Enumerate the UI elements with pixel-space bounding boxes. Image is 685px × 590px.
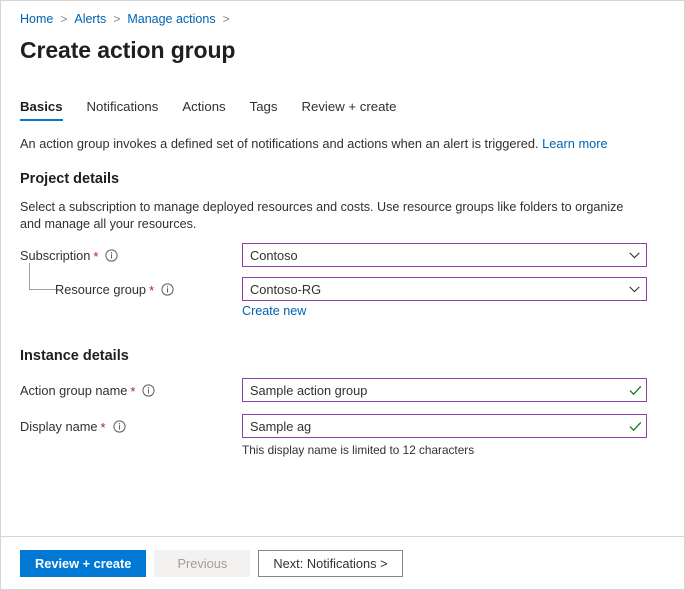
instance-details-heading: Instance details xyxy=(1,320,684,366)
info-icon[interactable] xyxy=(113,420,126,433)
tab-tags[interactable]: Tags xyxy=(250,99,278,121)
page-content: Home > Alerts > Manage actions > Create … xyxy=(1,1,684,536)
subscription-required-marker: * xyxy=(93,250,98,263)
info-icon[interactable] xyxy=(142,384,155,397)
previous-button: Previous xyxy=(154,550,250,577)
footer-action-bar: Review + create Previous Next: Notificat… xyxy=(1,536,684,589)
breadcrumb-item-manage-actions[interactable]: Manage actions xyxy=(127,11,215,27)
tab-review-create[interactable]: Review + create xyxy=(301,99,396,121)
instance-details-form: Action group name * Sample action group xyxy=(1,378,684,458)
breadcrumb-item-home[interactable]: Home xyxy=(20,11,53,27)
subscription-label: Subscription xyxy=(20,248,90,263)
project-details-form: Subscription * Contoso xyxy=(1,243,684,320)
resource-group-label: Resource group xyxy=(55,282,146,297)
info-icon[interactable] xyxy=(105,249,118,262)
resource-group-row: Resource group * Contoso-RG xyxy=(20,277,665,320)
display-name-required-marker: * xyxy=(101,421,106,434)
tab-basics[interactable]: Basics xyxy=(20,99,63,121)
subscription-value: Contoso xyxy=(243,248,622,263)
next-notifications-button[interactable]: Next: Notifications > xyxy=(258,550,402,577)
tab-actions[interactable]: Actions xyxy=(182,99,225,121)
subscription-label-group: Subscription * xyxy=(20,243,242,267)
action-group-name-input[interactable]: Sample action group xyxy=(242,378,647,402)
breadcrumb-item-alerts[interactable]: Alerts xyxy=(74,11,106,27)
display-name-value: Sample ag xyxy=(243,419,624,434)
learn-more-link[interactable]: Learn more xyxy=(542,136,607,151)
action-group-name-field-col: Sample action group xyxy=(242,378,665,402)
subscription-row: Subscription * Contoso xyxy=(20,243,665,267)
breadcrumb-separator-icon: > xyxy=(223,11,230,27)
tab-bar: Basics Notifications Actions Tags Review… xyxy=(1,65,684,121)
create-new-resource-group-link[interactable]: Create new xyxy=(242,301,306,318)
tab-notifications[interactable]: Notifications xyxy=(87,99,159,121)
intro-text: An action group invokes a defined set of… xyxy=(1,121,684,153)
resource-group-dropdown[interactable]: Contoso-RG xyxy=(242,277,647,301)
display-name-label: Display name xyxy=(20,419,98,434)
resource-group-field-col: Contoso-RG Create new xyxy=(242,277,665,320)
subscription-dropdown[interactable]: Contoso xyxy=(242,243,647,267)
display-name-row: Display name * Sample ag xyxy=(20,414,665,458)
breadcrumb: Home > Alerts > Manage actions > xyxy=(1,1,684,27)
checkmark-icon xyxy=(624,385,646,396)
info-icon[interactable] xyxy=(161,283,174,296)
resource-group-value: Contoso-RG xyxy=(243,282,622,297)
breadcrumb-separator-icon: > xyxy=(60,11,67,27)
project-details-heading: Project details xyxy=(1,153,684,189)
display-name-input[interactable]: Sample ag xyxy=(242,414,647,438)
display-name-label-group: Display name * xyxy=(20,414,242,438)
action-group-name-label-group: Action group name * xyxy=(20,378,242,402)
page-title: Create action group xyxy=(1,27,684,65)
action-group-name-row: Action group name * Sample action group xyxy=(20,378,665,402)
display-name-field-col: Sample ag This display name is limited t… xyxy=(242,414,665,458)
review-create-button[interactable]: Review + create xyxy=(20,550,146,577)
checkmark-icon xyxy=(624,421,646,432)
breadcrumb-separator-icon: > xyxy=(113,11,120,27)
display-name-helper-text: This display name is limited to 12 chara… xyxy=(242,438,665,458)
create-action-group-page: Home > Alerts > Manage actions > Create … xyxy=(0,0,685,590)
chevron-down-icon[interactable] xyxy=(622,286,646,293)
resource-group-required-marker: * xyxy=(149,284,154,297)
resource-group-label-group: Resource group * xyxy=(20,277,242,301)
project-details-description: Select a subscription to manage deployed… xyxy=(1,189,684,233)
subscription-field-col: Contoso xyxy=(242,243,665,267)
chevron-down-icon[interactable] xyxy=(622,252,646,259)
action-group-name-required-marker: * xyxy=(130,385,135,398)
action-group-name-value: Sample action group xyxy=(243,383,624,398)
intro-description: An action group invokes a defined set of… xyxy=(20,136,539,151)
action-group-name-label: Action group name xyxy=(20,383,127,398)
